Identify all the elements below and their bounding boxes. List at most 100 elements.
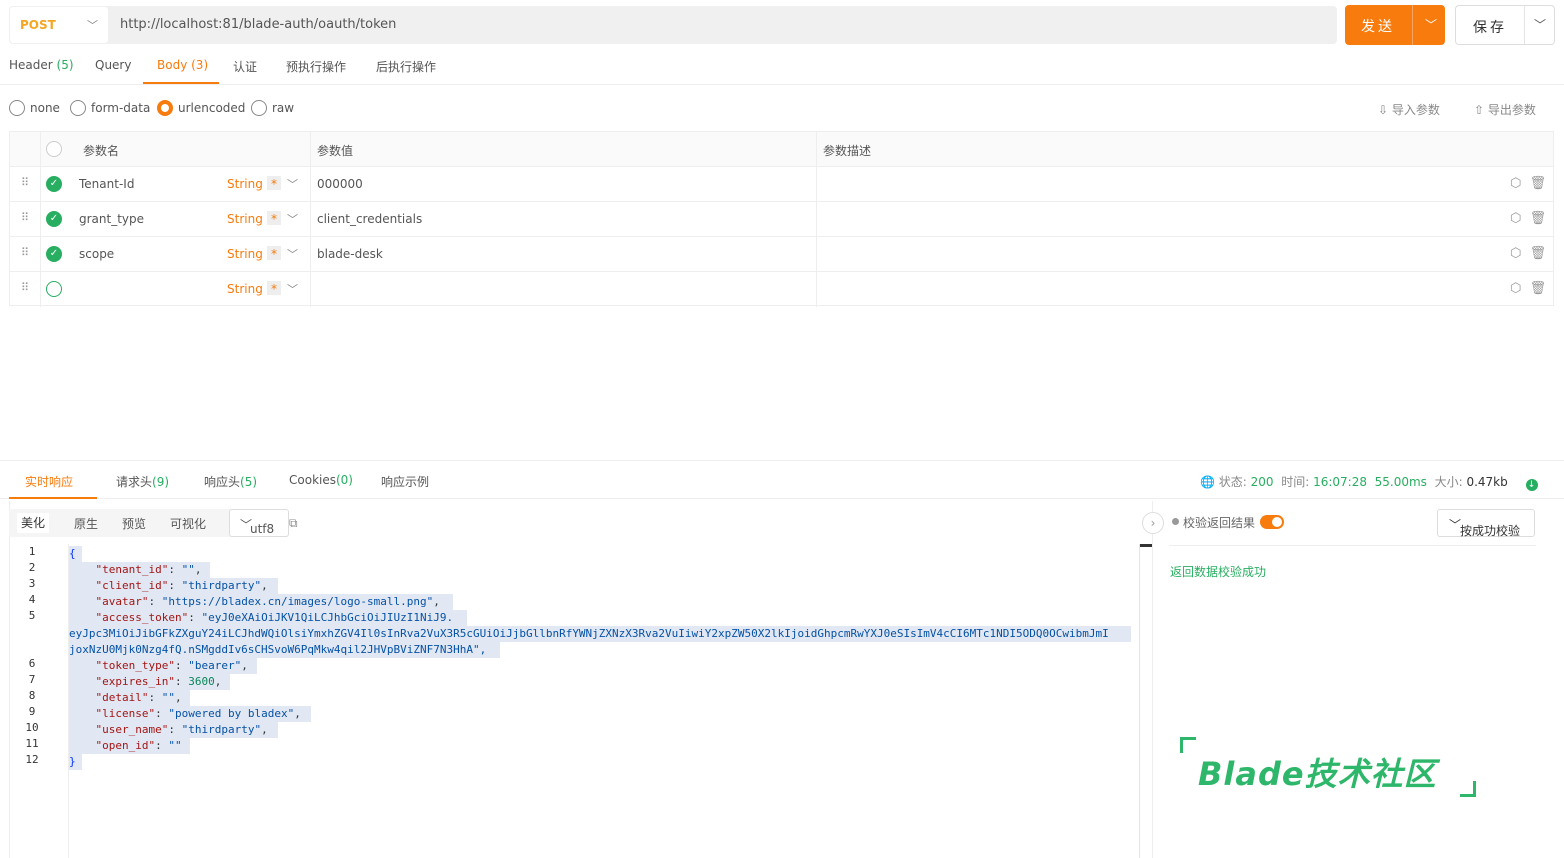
param-value[interactable]: blade-desk (317, 247, 383, 261)
trash-icon[interactable]: 🗑 (1530, 211, 1547, 226)
drag-handle-icon[interactable]: ⠿ (21, 176, 29, 189)
chevron-right-icon[interactable]: › (1142, 512, 1164, 534)
validation-toggle[interactable] (1260, 515, 1284, 529)
drag-handle-icon[interactable]: ⠿ (21, 211, 29, 224)
param-name[interactable]: Tenant-Id (79, 177, 134, 191)
tab-header[interactable]: Header (5) (9, 58, 74, 72)
watermark-logo: Blade技术社区 (1180, 737, 1480, 799)
required-marker[interactable]: * (267, 246, 281, 261)
validation-label: 校验返回结果 (1183, 516, 1256, 530)
response-status: 🌐 状态: 200 时间: 16:07:28 55.00ms 大小: 0.47k… (1200, 473, 1538, 491)
drag-handle-icon[interactable]: ⠿ (21, 246, 29, 259)
param-value[interactable]: 000000 (317, 177, 363, 191)
tab-post-script[interactable]: 后执行操作 (376, 58, 436, 75)
line-number: 1 (28, 545, 36, 558)
method-label: POST (20, 18, 56, 32)
row-checkbox[interactable]: ✓ (46, 246, 62, 262)
scrollbar[interactable] (1139, 544, 1153, 858)
table-row: ⠿ ✓ grant_type String * ﹀ client_credent… (10, 202, 1553, 237)
param-type[interactable]: String (227, 212, 263, 226)
export-params-button[interactable]: ⇧ 导出参数 (1474, 101, 1536, 118)
trash-icon[interactable]: 🗑 (1530, 176, 1547, 191)
param-name[interactable]: scope (79, 247, 114, 261)
param-type[interactable]: String (227, 282, 263, 296)
table-header: 参数名 参数值 参数描述 (10, 132, 1553, 167)
chevron-down-icon[interactable]: ﹀ (287, 211, 298, 227)
send-label: 发送 (1361, 19, 1395, 35)
active-tab-indicator (9, 497, 97, 499)
required-marker[interactable]: * (267, 281, 281, 296)
table-row: ⠿ ✓ scope String * ﹀ blade-desk ⬡ 🗑 (10, 237, 1553, 272)
trash-icon[interactable]: 🗑 (1530, 281, 1547, 296)
chevron-down-icon[interactable]: ﹀ (1425, 16, 1437, 33)
code-line: "avatar": "https://bladex.cn/images/logo… (95, 595, 440, 608)
cube-icon[interactable]: ⬡ (1510, 246, 1521, 261)
view-raw[interactable]: 原生 (74, 515, 98, 532)
trash-icon[interactable]: 🗑 (1530, 246, 1547, 261)
view-preview[interactable]: 预览 (122, 515, 146, 532)
tab-pre-script[interactable]: 预执行操作 (286, 58, 346, 75)
param-type[interactable]: String (227, 177, 263, 191)
encoding-select[interactable]: utf8 ﹀ (229, 509, 289, 537)
chevron-down-icon[interactable]: ﹀ (287, 176, 298, 192)
tab-cookies[interactable]: Cookies(0) (289, 473, 353, 487)
response-tabs: 实时响应 请求头(9) 响应头(5) Cookies(0) 响应示例 🌐 状态:… (0, 461, 1564, 499)
line-number: 4 (28, 593, 36, 606)
save-button[interactable]: 保存 ﹀ (1455, 5, 1555, 45)
code-line: "expires_in": 3600, (95, 675, 222, 688)
tab-request-headers[interactable]: 请求头(9) (116, 473, 169, 490)
cube-icon[interactable]: ⬡ (1510, 211, 1521, 226)
line-number: 6 (28, 657, 36, 670)
download-icon[interactable]: ↓ (1525, 479, 1538, 491)
validation-message: 返回数据校验成功 (1170, 565, 1267, 579)
row-checkbox[interactable]: ✓ (46, 176, 62, 192)
params-table: 参数名 参数值 参数描述 ⠿ ✓ Tenant-Id String * ﹀ 00… (9, 131, 1554, 307)
tab-body[interactable]: Body (3) (157, 58, 208, 72)
line-number: 5 (28, 609, 36, 622)
method-select[interactable]: POST ﹀ (10, 7, 108, 43)
code-line: "tenant_id": "", (95, 563, 202, 576)
chevron-down-icon[interactable]: ﹀ (287, 281, 298, 297)
chevron-down-icon[interactable]: ﹀ (287, 246, 298, 262)
tab-query[interactable]: Query (95, 58, 131, 72)
cube-icon[interactable]: ⬡ (1510, 281, 1521, 296)
code-line: "open_id": "" (95, 739, 182, 752)
copy-icon[interactable]: ⧉ (289, 516, 298, 531)
col-desc: 参数描述 (823, 144, 872, 158)
col-name: 参数名 (83, 144, 120, 158)
drag-handle-icon[interactable]: ⠿ (21, 281, 29, 294)
select-all-checkbox[interactable] (46, 141, 62, 157)
row-checkbox[interactable] (46, 281, 62, 297)
row-actions: ⬡ 🗑 (1510, 246, 1546, 261)
save-label: 保存 (1473, 20, 1507, 36)
editor-toolbar: 美化 原生 预览 可视化 utf8 ﹀ (9, 509, 289, 537)
url-input[interactable]: http://localhost:81/blade-auth/oauth/tok… (120, 17, 396, 32)
line-number: 7 (28, 673, 36, 686)
required-marker[interactable]: * (267, 211, 281, 226)
divider (1169, 545, 1536, 546)
line-number: 2 (28, 561, 36, 574)
validation-mode-select[interactable]: 按成功校验 ﹀ (1437, 509, 1535, 538)
chevron-down-icon[interactable]: ﹀ (1534, 16, 1546, 33)
request-tabs: Header (5) Query Body (3) 认证 预执行操作 后执行操作 (0, 52, 1564, 85)
cube-icon[interactable]: ⬡ (1510, 176, 1521, 191)
row-checkbox[interactable]: ✓ (46, 211, 62, 227)
required-marker[interactable]: * (267, 176, 281, 191)
view-visual[interactable]: 可视化 (170, 515, 206, 532)
row-actions: ⬡ 🗑 (1510, 281, 1546, 296)
view-pretty[interactable]: 美化 (17, 513, 50, 533)
import-params-button[interactable]: ⇩ 导入参数 (1378, 101, 1440, 118)
param-value[interactable]: client_credentials (317, 212, 422, 226)
response-duration: 55.00ms (1374, 475, 1427, 489)
row-actions: ⬡ 🗑 (1510, 211, 1546, 226)
active-tab-indicator (143, 82, 219, 84)
code-line: "access_token": "eyJ0eXAiOiJKV1QiLCJhbGc… (95, 611, 454, 624)
send-button[interactable]: 发送 ﹀ (1345, 5, 1445, 45)
tab-live-response[interactable]: 实时响应 (25, 473, 73, 490)
status-dot (1172, 518, 1179, 525)
tab-response-headers[interactable]: 响应头(5) (204, 473, 257, 490)
tab-auth[interactable]: 认证 (233, 58, 257, 75)
tab-response-examples[interactable]: 响应示例 (381, 473, 429, 490)
param-type[interactable]: String (227, 247, 263, 261)
param-name[interactable]: grant_type (79, 212, 144, 226)
